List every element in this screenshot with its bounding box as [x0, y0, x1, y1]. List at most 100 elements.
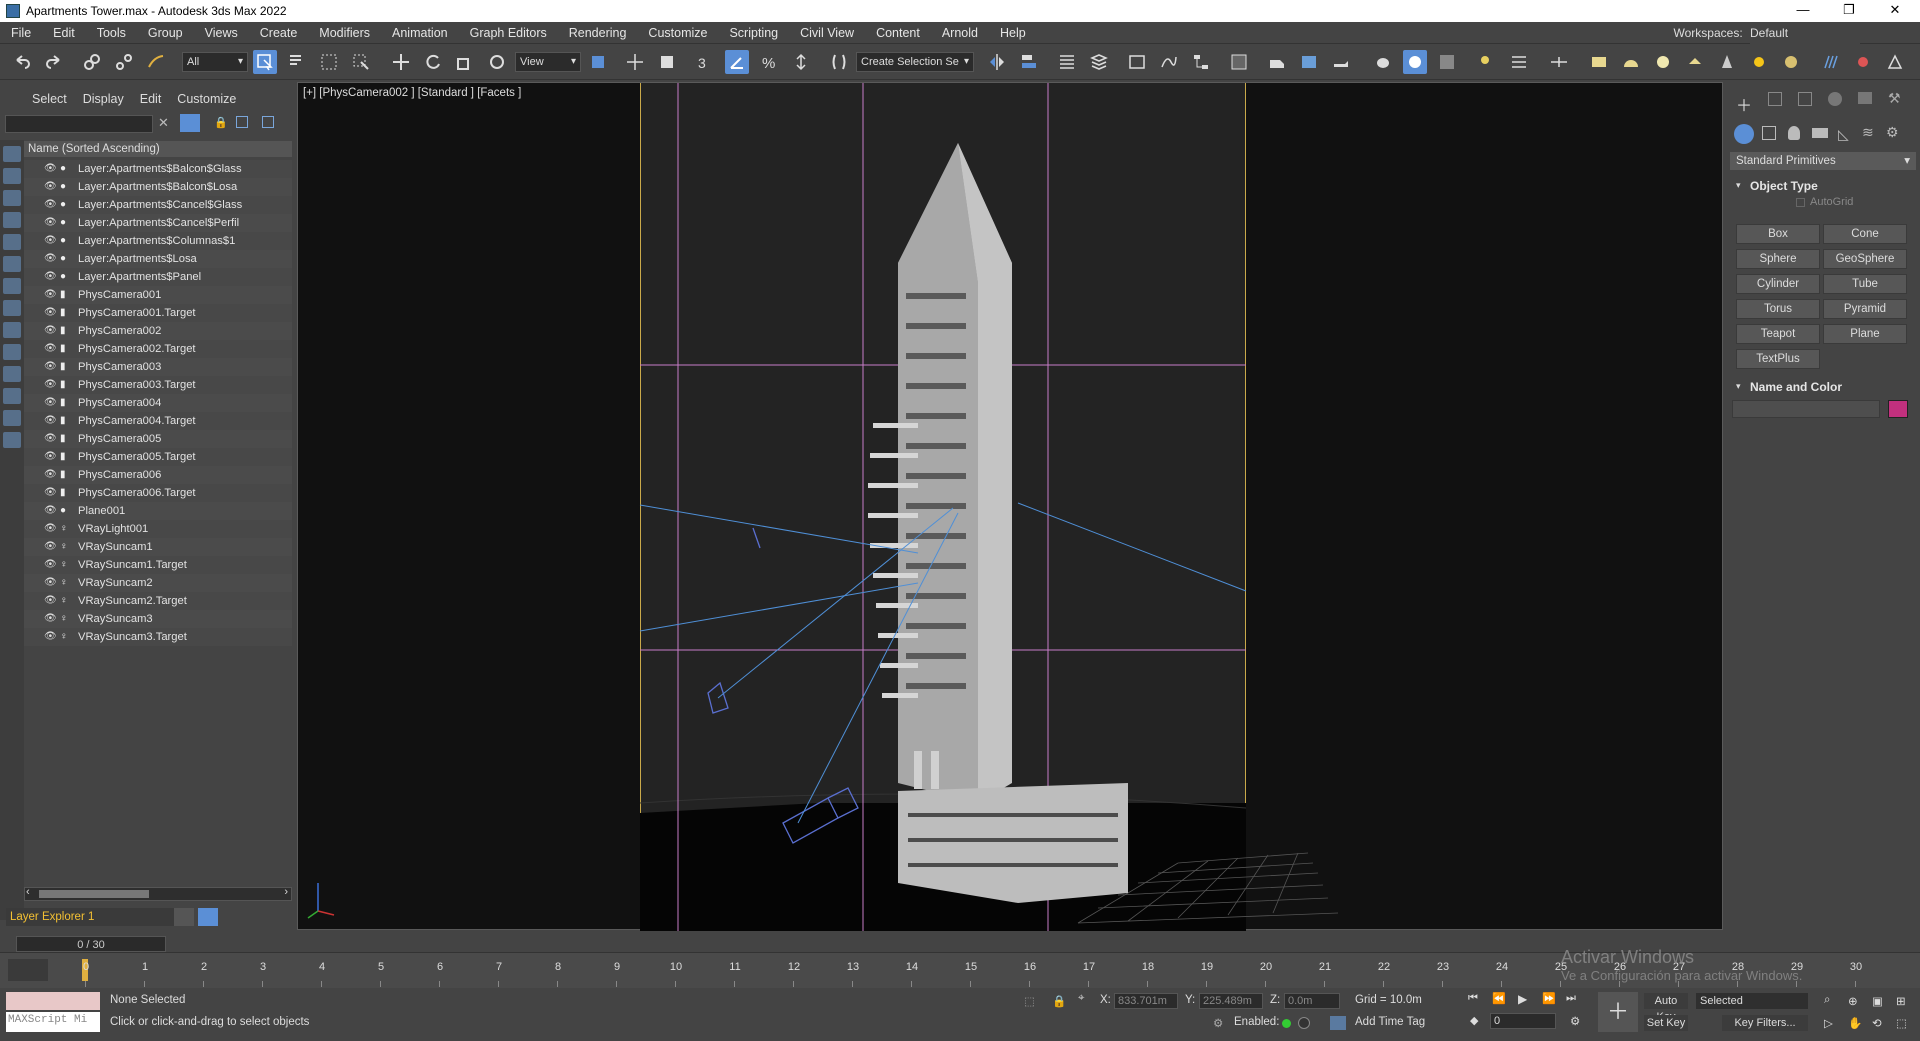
- visibility-eye-icon[interactable]: 👁: [44, 268, 57, 286]
- menu-edit[interactable]: Edit: [42, 22, 86, 44]
- maxscript-listener[interactable]: [6, 992, 100, 1010]
- menu-create[interactable]: Create: [249, 22, 309, 44]
- menu-arnold[interactable]: Arnold: [931, 22, 989, 44]
- tube-button[interactable]: Tube: [1823, 274, 1907, 294]
- autogrid-checkbox[interactable]: [1796, 198, 1805, 207]
- visibility-eye-icon[interactable]: 👁: [44, 340, 57, 358]
- time-tag-icon[interactable]: [1330, 1016, 1346, 1030]
- torus-button[interactable]: Torus: [1736, 299, 1820, 319]
- maximize-viewport-icon[interactable]: ⬚: [1896, 1016, 1907, 1030]
- visibility-eye-icon[interactable]: 👁: [44, 502, 57, 520]
- horizontal-scrollbar[interactable]: ‹ ›: [24, 886, 292, 901]
- add-time-tag[interactable]: Add Time Tag: [1355, 1016, 1425, 1028]
- vray-sky-icon[interactable]: [1779, 50, 1803, 74]
- vray-ambient-light-icon[interactable]: [1715, 50, 1739, 74]
- list-item[interactable]: 👁 ♀ VRaySuncam2: [24, 574, 292, 592]
- lock-icon[interactable]: 🔒: [214, 116, 228, 129]
- bind-spacewarp-icon[interactable]: [144, 50, 168, 74]
- display-bones-icon[interactable]: [3, 344, 21, 360]
- geosphere-button[interactable]: GeoSphere: [1823, 249, 1907, 269]
- list-item[interactable]: 👁 ♀ VRaySuncam2.Target: [24, 592, 292, 610]
- current-frame-field[interactable]: 0: [1490, 1013, 1556, 1029]
- cylinder-button[interactable]: Cylinder: [1736, 274, 1820, 294]
- vray-plane-icon[interactable]: [1547, 50, 1571, 74]
- layer-explorer-dropdown[interactable]: Layer Explorer 1: [6, 908, 176, 926]
- box-button[interactable]: Box: [1736, 224, 1820, 244]
- mirror-icon[interactable]: [985, 50, 1009, 74]
- menu-content[interactable]: Content: [865, 22, 931, 44]
- zoom-extents-icon[interactable]: ▣: [1872, 994, 1883, 1008]
- redo-icon[interactable]: [42, 50, 66, 74]
- enabled-indicator[interactable]: [1282, 1019, 1291, 1028]
- move-icon[interactable]: [389, 50, 413, 74]
- visibility-eye-icon[interactable]: 👁: [44, 574, 57, 592]
- visibility-eye-icon[interactable]: 👁: [44, 592, 57, 610]
- category-dropdown[interactable]: Standard Primitives ▾: [1730, 152, 1916, 170]
- visibility-eye-icon[interactable]: 👁: [44, 412, 57, 430]
- play-icon[interactable]: ▶: [1518, 992, 1527, 1006]
- display-helpers-icon[interactable]: [3, 256, 21, 272]
- visibility-eye-icon[interactable]: 👁: [44, 520, 57, 538]
- minimize-button[interactable]: —: [1780, 0, 1826, 22]
- list-item[interactable]: 👁 ▮ PhysCamera004: [24, 394, 292, 412]
- spacewarps-icon[interactable]: ≋: [1862, 124, 1874, 141]
- visibility-eye-icon[interactable]: 👁: [44, 448, 57, 466]
- systems-icon[interactable]: ⚙: [1886, 124, 1899, 141]
- list-item[interactable]: 👁 ● Layer:Apartments$Columnas$1: [24, 232, 292, 250]
- rect-selection-icon[interactable]: [317, 50, 341, 74]
- menu-scripting[interactable]: Scripting: [718, 22, 789, 44]
- angle-snap-icon[interactable]: [725, 50, 749, 74]
- close-button[interactable]: ✕: [1872, 0, 1918, 22]
- explorer-menu-edit[interactable]: Edit: [132, 88, 170, 110]
- unlink-icon[interactable]: [112, 50, 136, 74]
- spinner-snap-icon[interactable]: [789, 50, 813, 74]
- display-cameras-icon[interactable]: [3, 234, 21, 250]
- rotate-icon[interactable]: [421, 50, 445, 74]
- edit-named-selection-icon[interactable]: [827, 50, 851, 74]
- window-crossing-icon[interactable]: [349, 50, 373, 74]
- list-item[interactable]: 👁 ● Layer:Apartments$Balcon$Losa: [24, 178, 292, 196]
- rendered-frame-window-icon[interactable]: [1297, 50, 1321, 74]
- selection-lock-icon[interactable]: 🔒: [1052, 994, 1066, 1008]
- vray-fur-icon[interactable]: [1819, 50, 1843, 74]
- isolate-icon[interactable]: ⬚: [1024, 994, 1035, 1008]
- object-type-title[interactable]: Object Type: [1726, 177, 1818, 195]
- list-item[interactable]: 👁 ♀ VRaySuncam1: [24, 538, 292, 556]
- orbit-icon[interactable]: ⟲: [1872, 1016, 1882, 1030]
- visibility-eye-icon[interactable]: 👁: [44, 610, 57, 628]
- visibility-eye-icon[interactable]: 👁: [44, 394, 57, 412]
- display-hidden-icon[interactable]: [3, 410, 21, 426]
- list-item[interactable]: 👁 ● Layer:Apartments$Panel: [24, 268, 292, 286]
- visibility-eye-icon[interactable]: 👁: [44, 322, 57, 340]
- list-item[interactable]: 👁 ● Plane001: [24, 502, 292, 520]
- scroll-left-icon[interactable]: ‹: [26, 886, 30, 898]
- link-icon[interactable]: [80, 50, 104, 74]
- menu-civil-view[interactable]: Civil View: [789, 22, 865, 44]
- pyramid-button[interactable]: Pyramid: [1823, 299, 1907, 319]
- visibility-eye-icon[interactable]: 👁: [44, 178, 57, 196]
- time-slider[interactable]: 0 / 30: [16, 936, 166, 952]
- list-item[interactable]: 👁 ♀ VRaySuncam3.Target: [24, 628, 292, 646]
- menu-file[interactable]: File: [0, 22, 42, 44]
- cameras-icon[interactable]: [1812, 128, 1828, 138]
- visibility-eye-icon[interactable]: 👁: [44, 628, 57, 646]
- go-to-start-icon[interactable]: ⏮: [1468, 992, 1478, 1005]
- list-item[interactable]: 👁 ♀ VRaySuncam1.Target: [24, 556, 292, 574]
- zoom-all-icon[interactable]: ⊕: [1848, 994, 1858, 1008]
- visibility-eye-icon[interactable]: 👁: [44, 484, 57, 502]
- object-color-swatch[interactable]: [1888, 400, 1908, 418]
- vray-proxy-icon[interactable]: [1851, 50, 1875, 74]
- scale-icon[interactable]: [453, 50, 477, 74]
- vray-ies-light-icon[interactable]: [1683, 50, 1707, 74]
- clear-search-icon[interactable]: ✕: [158, 115, 169, 131]
- menu-rendering[interactable]: Rendering: [558, 22, 638, 44]
- list-item[interactable]: 👁 ▮ PhysCamera005.Target: [24, 448, 292, 466]
- list-item[interactable]: 👁 ▮ PhysCamera002.Target: [24, 340, 292, 358]
- list-item[interactable]: 👁 ▮ PhysCamera003: [24, 358, 292, 376]
- filter-icon[interactable]: [180, 114, 200, 132]
- display-none-icon[interactable]: [3, 146, 21, 162]
- scrollbar-thumb[interactable]: [39, 890, 149, 898]
- vray-scene-icon[interactable]: [1883, 50, 1907, 74]
- vray-light-lister-icon[interactable]: [1475, 50, 1499, 74]
- render-setup-icon[interactable]: [1265, 50, 1289, 74]
